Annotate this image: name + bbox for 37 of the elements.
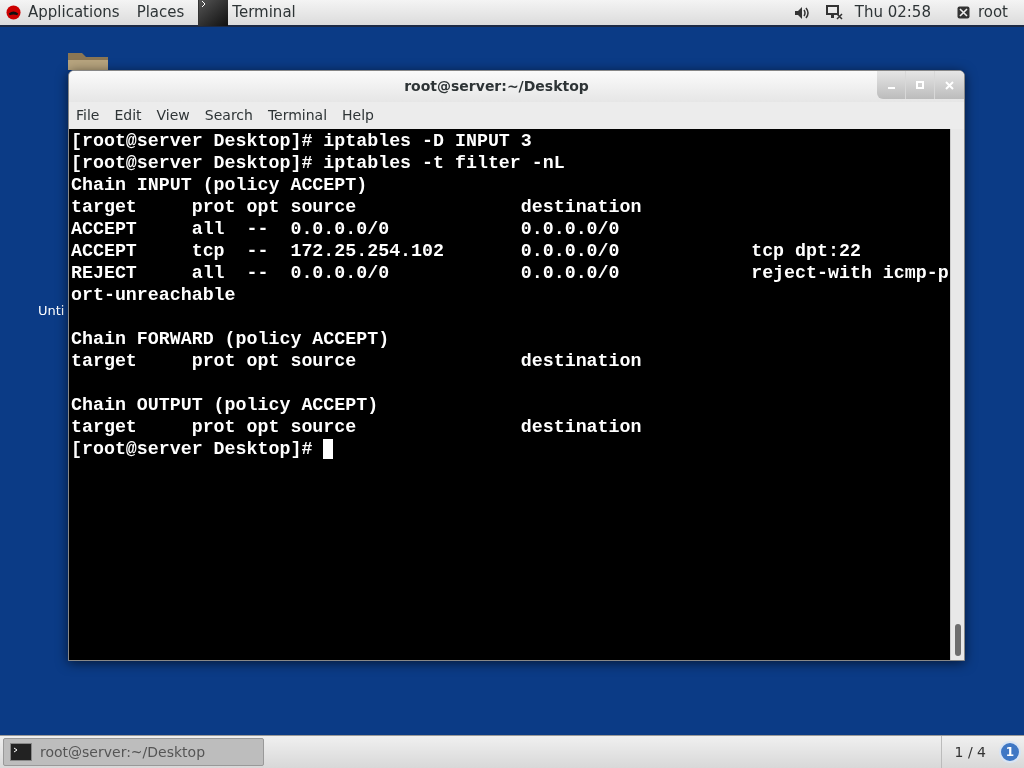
terminal-line: Chain INPUT (policy ACCEPT) — [71, 174, 368, 196]
places-menu[interactable]: Places — [136, 1, 185, 24]
terminal-line: target prot opt source destination — [71, 416, 642, 438]
folder-icon[interactable] — [66, 51, 110, 70]
menu-item[interactable]: Help — [342, 105, 374, 126]
menu-item[interactable]: View — [156, 105, 190, 126]
terminal-line: ACCEPT all -- 0.0.0.0/0 0.0.0.0/0 — [71, 218, 620, 240]
menu-item[interactable]: File — [76, 105, 100, 126]
notification-badge[interactable]: 1 — [999, 741, 1021, 763]
close-icon — [945, 80, 954, 90]
menu-item[interactable]: Edit — [114, 105, 142, 126]
active-app-label[interactable]: Terminal — [232, 1, 296, 24]
network-icon[interactable] — [825, 5, 843, 20]
terminal-icon — [10, 743, 32, 761]
menu-item[interactable]: Terminal — [267, 105, 328, 126]
terminal-line: target prot opt source destination — [71, 196, 642, 218]
terminal-line: ort-unreachable — [71, 284, 236, 306]
menu-item[interactable]: Search — [204, 105, 253, 126]
user-menu[interactable]: root — [977, 1, 1008, 24]
workspace-indicator[interactable]: 1 / 4 — [940, 736, 999, 768]
taskbar-item[interactable]: root@server:~/Desktop — [3, 738, 264, 766]
desktop-icon-label[interactable]: Unti — [38, 301, 65, 321]
terminal-line: Chain FORWARD (policy ACCEPT) — [71, 328, 390, 350]
terminal-line: [root@server Desktop]# — [71, 438, 314, 460]
scrollbar[interactable] — [950, 129, 964, 660]
terminal-line: [root@server Desktop]# iptables -t filter -nL — [71, 152, 565, 174]
window-title: root@server:~/Desktop — [404, 77, 589, 96]
hat-icon — [6, 5, 21, 20]
applications-menu[interactable]: Applications — [27, 1, 121, 24]
terminal-line: Chain OUTPUT (policy ACCEPT) — [71, 394, 379, 416]
terminal-line: [root@server Desktop]# iptables -D INPUT 3 — [71, 130, 532, 152]
terminal-app-icon[interactable] — [198, 0, 229, 26]
terminal-line: REJECT all -- 0.0.0.0/0 0.0.0.0/0 reject-with icmp-p — [71, 262, 949, 284]
terminal-line: target prot opt source destination — [71, 350, 642, 372]
clock[interactable]: Thu 02:58 — [854, 1, 931, 24]
speaker-icon[interactable] — [793, 5, 810, 20]
terminal-line: ACCEPT tcp -- 172.25.254.102 0.0.0.0/0 tcp dpt:22 — [71, 240, 861, 262]
